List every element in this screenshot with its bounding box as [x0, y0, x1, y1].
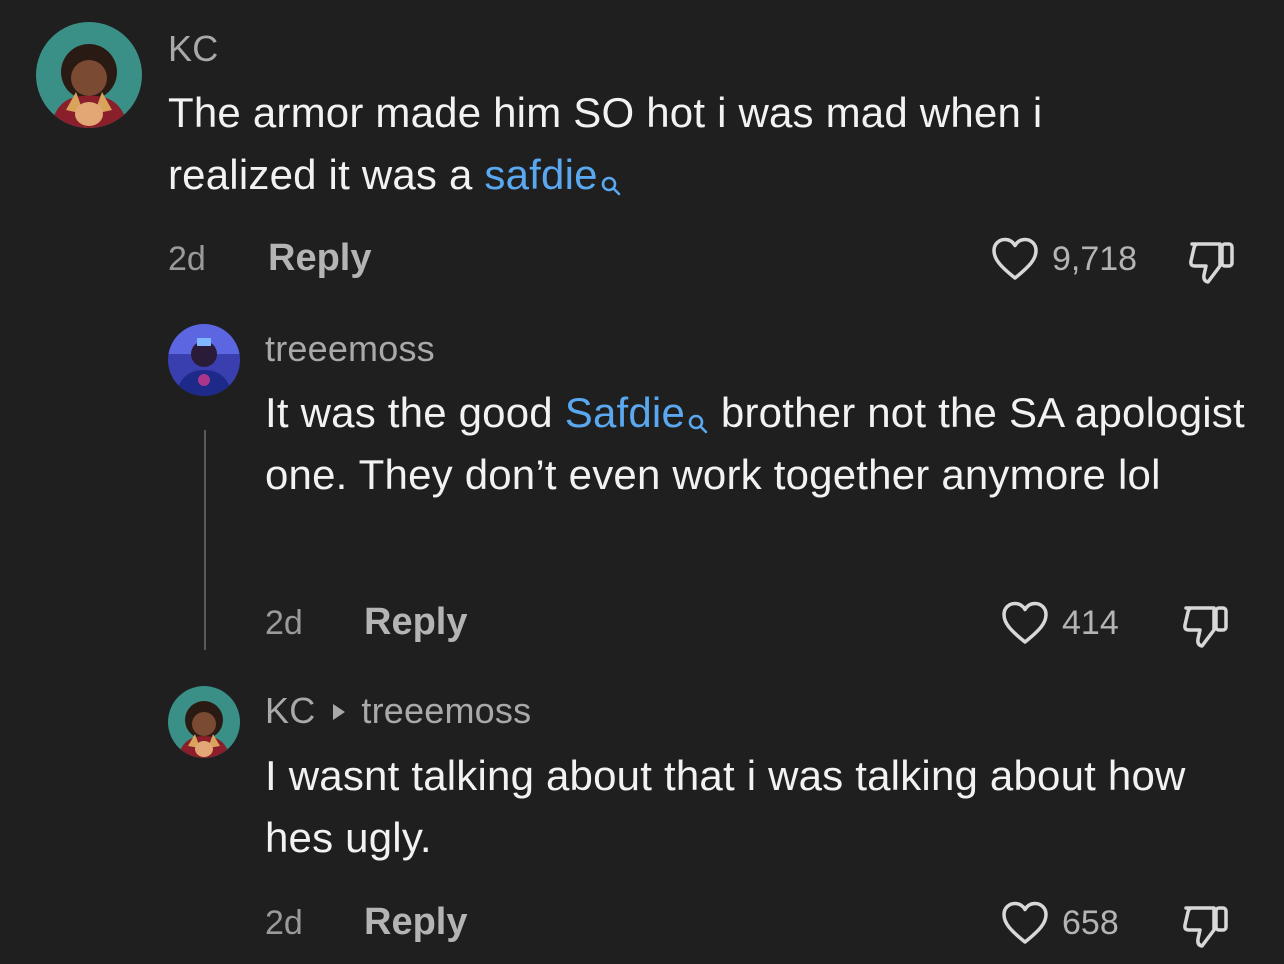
comment-text: The armor made him SO hot i was mad when… — [168, 89, 1043, 198]
username-kc[interactable]: KC — [265, 690, 315, 731]
comment-time: 2d — [265, 604, 303, 642]
reply-button[interactable]: Reply — [364, 601, 467, 644]
dislike-button[interactable] — [1180, 600, 1232, 655]
like-button[interactable]: 9,718 — [990, 236, 1137, 282]
reply-to-username[interactable]: treeemoss — [361, 690, 531, 731]
dislike-icon — [1183, 606, 1228, 648]
search-icon — [687, 390, 709, 434]
heart-icon — [992, 237, 1038, 280]
like-count: 414 — [1062, 603, 1119, 642]
thread-line — [204, 430, 206, 650]
comment-username[interactable]: KC — [168, 28, 218, 70]
comment-username: KC treeemoss — [265, 690, 531, 732]
heart-icon — [1002, 901, 1048, 944]
heart-icon — [1002, 601, 1048, 644]
comment-text: I wasnt talking about that i was talking… — [265, 752, 1186, 861]
comment-text: It was the good Safdie brother not the S… — [265, 389, 1245, 498]
comment-username[interactable]: treeemoss — [265, 328, 435, 370]
like-button[interactable]: 414 — [1000, 600, 1119, 646]
comment-time: 2d — [265, 904, 303, 942]
search-link[interactable]: safdie — [484, 151, 621, 198]
like-button[interactable]: 658 — [1000, 900, 1119, 946]
comment-time: 2d — [168, 240, 206, 278]
dislike-icon — [1189, 242, 1234, 284]
avatar-treeemoss[interactable] — [168, 324, 240, 396]
dislike-button[interactable] — [1186, 236, 1238, 291]
dislike-button[interactable] — [1180, 900, 1232, 955]
reply-button[interactable]: Reply — [364, 901, 467, 944]
search-link[interactable]: Safdie — [565, 389, 709, 436]
dislike-icon — [1183, 906, 1228, 948]
reply-button[interactable]: Reply — [268, 237, 371, 280]
like-count: 658 — [1062, 903, 1119, 942]
like-count: 9,718 — [1052, 239, 1138, 278]
search-icon — [600, 152, 622, 196]
avatar-kc[interactable] — [36, 22, 142, 128]
avatar-kc[interactable] — [168, 686, 240, 758]
triangle-right-icon — [333, 704, 346, 721]
